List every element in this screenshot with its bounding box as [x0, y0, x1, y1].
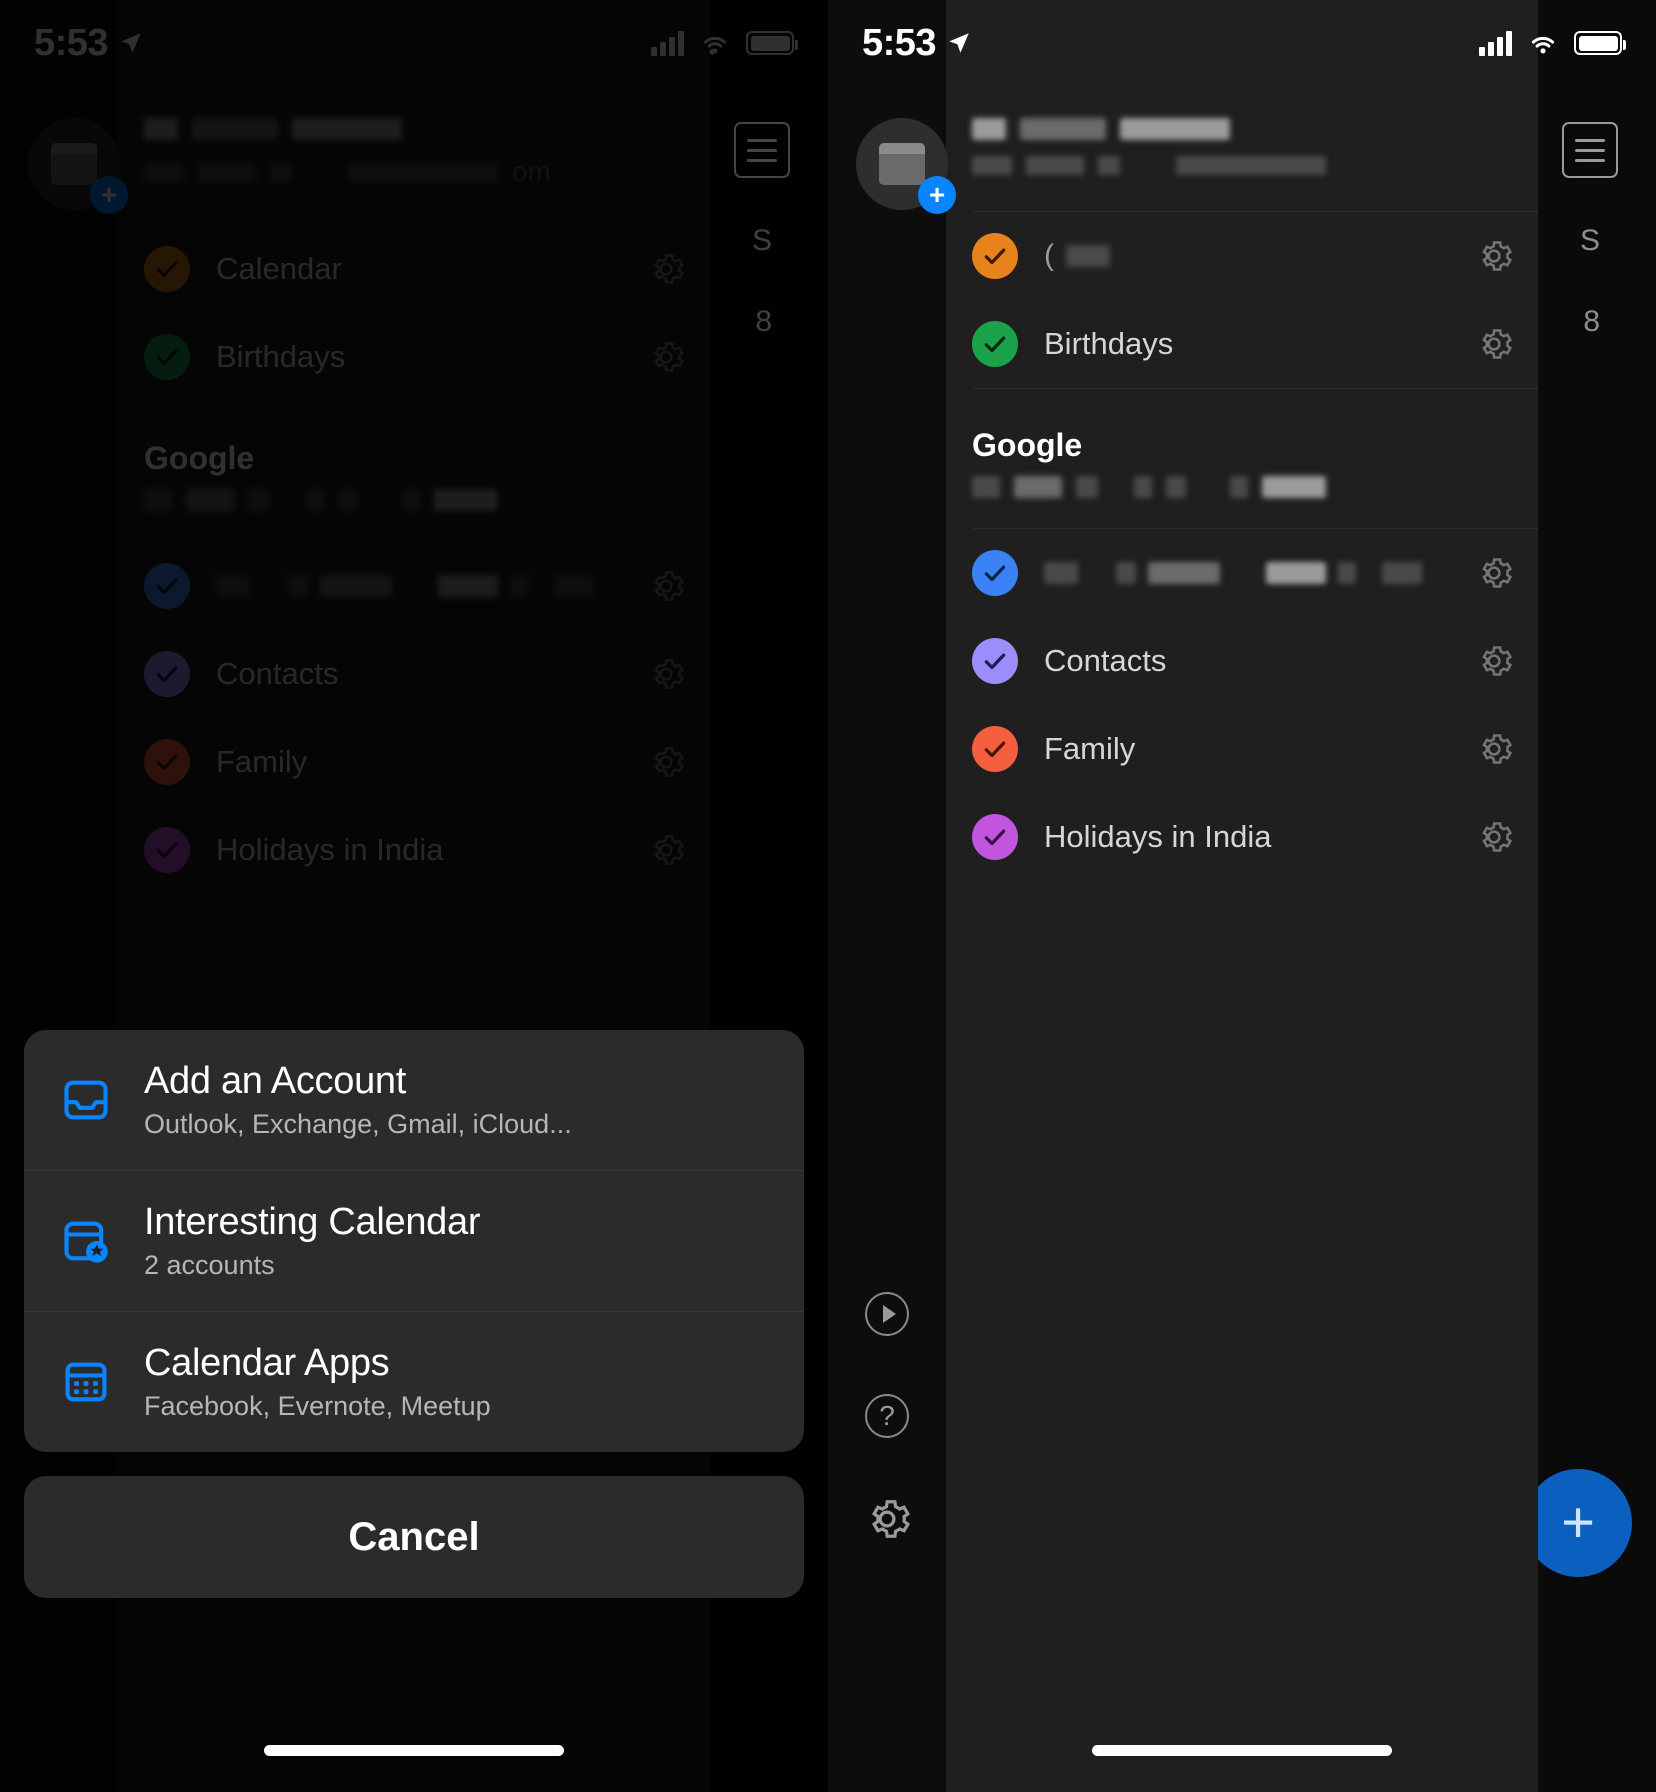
- calendar-row-holidays-in-india[interactable]: Holidays in India: [946, 793, 1538, 881]
- action-item-subtitle: Facebook, Evernote, Meetup: [144, 1391, 491, 1421]
- action-item-title: Add an Account: [144, 1060, 407, 1102]
- checkbox-checked-icon[interactable]: [972, 321, 1018, 367]
- calendar-name: Holidays in India: [1044, 819, 1272, 854]
- calendar-row-calendar[interactable]: (: [946, 212, 1538, 300]
- help-circle-icon[interactable]: ?: [865, 1394, 909, 1438]
- calendar-row-primary-google[interactable]: [946, 529, 1538, 617]
- agenda-day-letter: S: [1579, 224, 1600, 257]
- home-indicator: [1092, 1745, 1392, 1756]
- action-item-title: Calendar Apps: [144, 1342, 390, 1384]
- gear-icon[interactable]: [1476, 555, 1512, 591]
- calendar-sidebar-right: + (Birthdays Google Contacts Family Hol…: [856, 0, 1538, 1792]
- checkbox-checked-icon[interactable]: [972, 638, 1018, 684]
- battery-full-icon: [1574, 31, 1626, 55]
- cellular-signal-icon: [1479, 30, 1512, 56]
- account-avatar-icon[interactable]: +: [856, 118, 956, 214]
- inbox-add-account-icon: [64, 1080, 108, 1120]
- rail-icon-group: ?: [828, 1292, 946, 1542]
- status-bar-time: 5:53: [862, 21, 937, 64]
- status-bar-right: 5:53: [828, 0, 1656, 86]
- checkbox-checked-icon[interactable]: [972, 550, 1018, 596]
- calendar-name-redacted: (: [1044, 239, 1476, 273]
- action-item-subtitle: Outlook, Exchange, Gmail, iCloud...: [144, 1109, 572, 1139]
- agenda-day-number: 8: [1583, 305, 1600, 338]
- action-item-calendar-apps[interactable]: Calendar Apps Facebook, Evernote, Meetup: [24, 1311, 804, 1452]
- gear-icon[interactable]: [1476, 238, 1512, 274]
- cancel-button-label: Cancel: [348, 1514, 480, 1559]
- gear-icon[interactable]: [1476, 731, 1512, 767]
- action-item-text: Add an Account Outlook, Exchange, Gmail,…: [144, 1060, 572, 1140]
- action-item-text: Calendar Apps Facebook, Evernote, Meetup: [144, 1342, 491, 1422]
- calendar-row-family[interactable]: Family: [946, 705, 1538, 793]
- action-item-subtitle: 2 accounts: [144, 1250, 275, 1280]
- add-calendar-action-sheet: Add an Account Outlook, Exchange, Gmail,…: [24, 1030, 804, 1598]
- paren-char: (: [1044, 239, 1054, 272]
- gear-icon[interactable]: [1476, 326, 1512, 362]
- plus-icon: +: [1561, 1490, 1595, 1555]
- app-left-rail-right: ?: [828, 0, 946, 1792]
- calendar-apps-icon: [65, 1362, 107, 1402]
- play-circle-icon[interactable]: [865, 1292, 909, 1336]
- wifi-icon: [1531, 36, 1555, 54]
- location-arrow-icon: [949, 33, 969, 53]
- status-bar-right-group: [1479, 30, 1626, 56]
- action-sheet-card: Add an Account Outlook, Exchange, Gmail,…: [24, 1030, 804, 1452]
- checkbox-checked-icon[interactable]: [972, 726, 1018, 772]
- calendar-name-redacted: [1044, 562, 1476, 584]
- action-item-add-an-account[interactable]: Add an Account Outlook, Exchange, Gmail,…: [24, 1030, 804, 1170]
- settings-gear-icon[interactable]: [864, 1496, 910, 1542]
- list-view-icon[interactable]: [1562, 122, 1618, 178]
- screen-right-sidebar: 5:53 S 8 ° / 28° ° / 29° ° / 29°: [828, 0, 1656, 1792]
- screen-left-action-sheet: 5:53 S 8 ° / 28° ° / 29°: [0, 0, 828, 1792]
- cancel-button[interactable]: Cancel: [24, 1476, 804, 1598]
- account-name-redacted: [946, 118, 1538, 140]
- group-title-google: Google: [972, 427, 1083, 463]
- action-item-interesting-calendar[interactable]: Interesting Calendar 2 accounts: [24, 1170, 804, 1311]
- checkbox-checked-icon[interactable]: [972, 814, 1018, 860]
- dual-screenshot-container: 5:53 S 8 ° / 28° ° / 29°: [0, 0, 1656, 1792]
- action-item-text: Interesting Calendar 2 accounts: [144, 1201, 481, 1281]
- account-email-redacted: [946, 156, 1538, 175]
- create-event-fab[interactable]: +: [1524, 1469, 1632, 1577]
- calendar-name: Birthdays: [1044, 326, 1174, 361]
- gear-icon[interactable]: [1476, 643, 1512, 679]
- gear-icon[interactable]: [1476, 819, 1512, 855]
- home-indicator: [264, 1745, 564, 1756]
- interesting-calendar-icon: [64, 1221, 108, 1263]
- checkbox-checked-icon[interactable]: [972, 233, 1018, 279]
- google-account-email-redacted: [946, 476, 1538, 528]
- add-account-badge-icon[interactable]: +: [918, 176, 956, 214]
- calendar-name: Contacts: [1044, 643, 1167, 678]
- status-bar-left-group: 5:53: [862, 22, 972, 65]
- calendar-row-birthdays[interactable]: Birthdays: [946, 300, 1538, 388]
- action-item-title: Interesting Calendar: [144, 1201, 481, 1243]
- calendar-name: Family: [1044, 731, 1136, 766]
- calendar-row-contacts[interactable]: Contacts: [946, 617, 1538, 705]
